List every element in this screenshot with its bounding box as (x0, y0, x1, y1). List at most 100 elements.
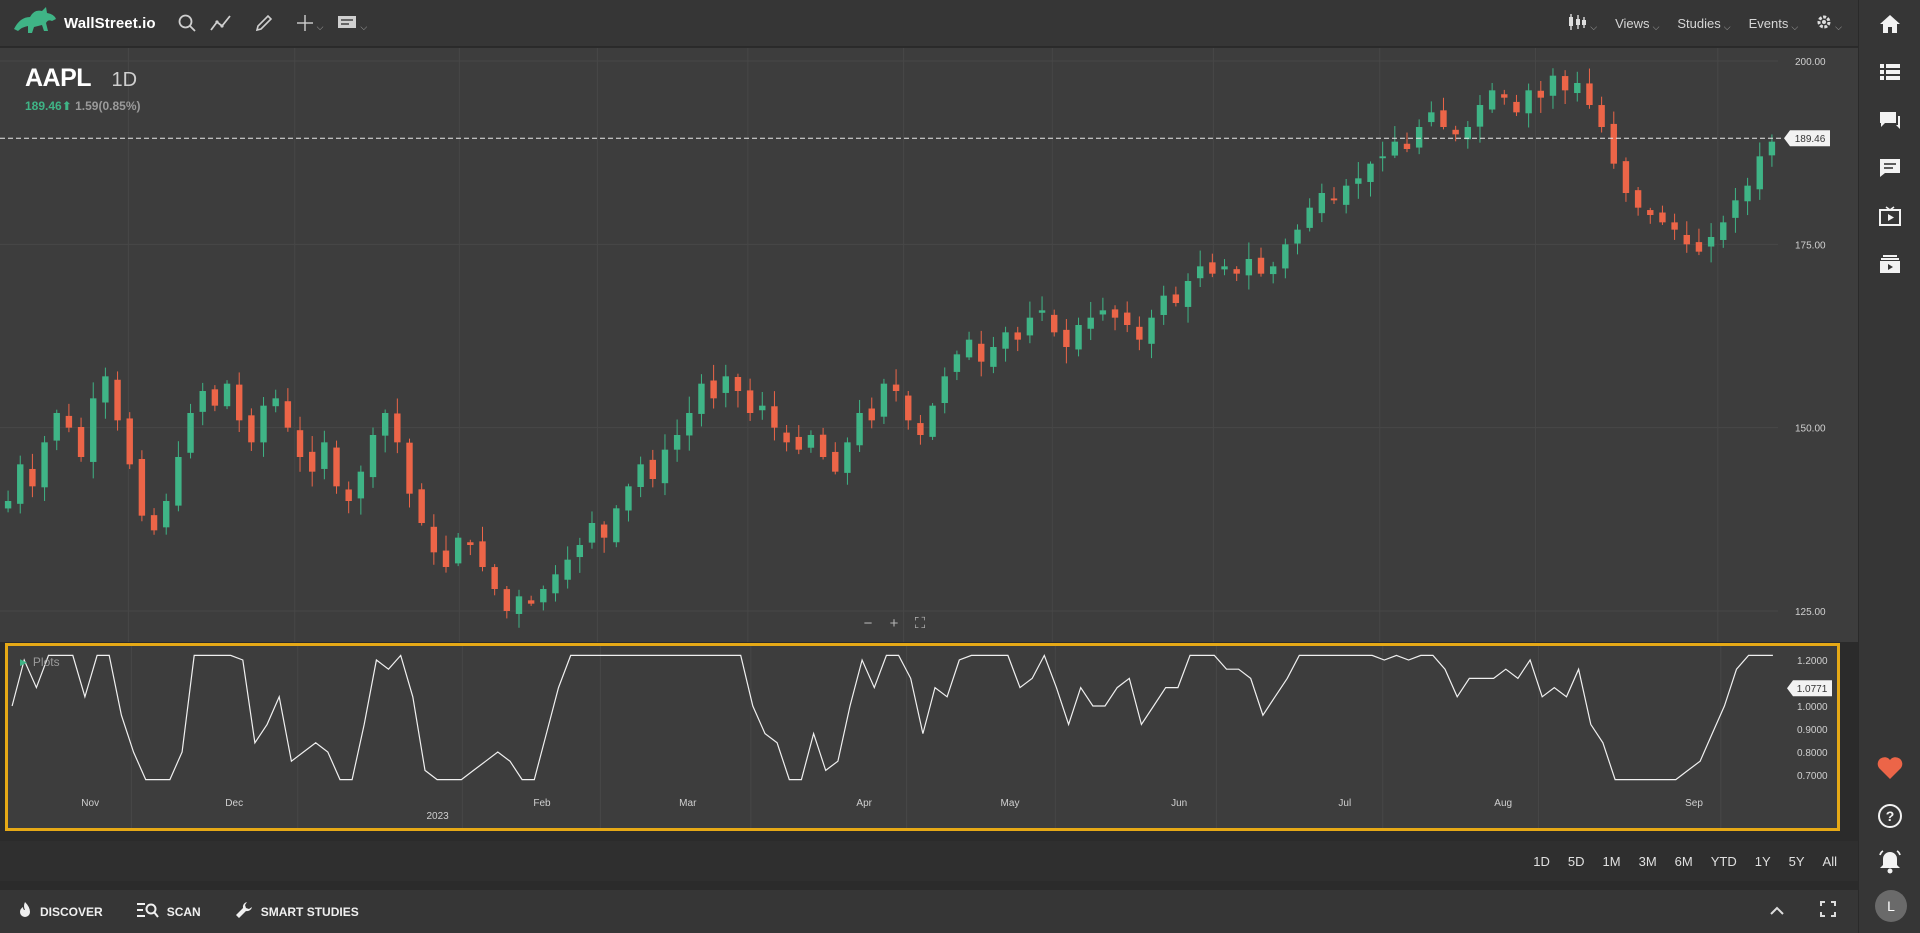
pencil-icon[interactable] (254, 8, 274, 38)
interval-label[interactable]: 1D (112, 69, 138, 91)
candle-body (479, 541, 486, 567)
app-name: WallStreet.io (64, 14, 156, 32)
study-y-tick-label: 0.7000 (1797, 771, 1828, 782)
candle-body (77, 427, 85, 457)
chat-icon[interactable] (1877, 107, 1903, 133)
candle-body (929, 405, 936, 437)
candle-body (1391, 141, 1399, 156)
candle-body (1622, 161, 1630, 193)
candle-body (138, 458, 146, 516)
plots-label: Plots (32, 655, 60, 669)
candle-body (1549, 75, 1557, 96)
crosshair-icon[interactable]: ⌵ (296, 8, 323, 38)
message-icon[interactable] (1877, 155, 1903, 181)
candlestick-icon (1567, 13, 1587, 34)
study-panel[interactable]: 1.2000 1.0000 0.9000 0.8000 0.7000 1.0771 Nov D… (5, 643, 1840, 831)
tv-icon[interactable] (1877, 203, 1903, 229)
fullscreen-icon[interactable]: ⛶ (912, 615, 928, 632)
heart-icon[interactable] (1877, 755, 1903, 781)
x-axis-label: Sep (1685, 798, 1703, 809)
candle-body (576, 545, 584, 558)
x-axis-label: Apr (856, 798, 872, 809)
candle-body (418, 489, 425, 523)
user-avatar[interactable]: L (1875, 890, 1907, 922)
price-chart-canvas[interactable]: 125.00 150.00 175.00 200.00 189.46 (0, 48, 1858, 642)
trendline-icon[interactable] (209, 8, 232, 38)
range-button[interactable]: 1D (1524, 854, 1559, 869)
candle-body (965, 339, 973, 358)
bottom-bar: DISCOVER SCAN SMART STUDIES (0, 890, 1858, 933)
views-menu[interactable]: Views ⌵ (1615, 14, 1659, 33)
candle-body (1683, 234, 1690, 245)
range-button[interactable]: 6M (1666, 854, 1702, 869)
chart-type-button[interactable]: ⌵ (1567, 13, 1597, 34)
chevron-down-icon: ⌵ (1835, 22, 1842, 32)
logo[interactable]: WallStreet.io (12, 5, 156, 42)
expand-icon[interactable] (1820, 901, 1836, 922)
candle-body (65, 415, 73, 428)
candle-body (236, 384, 243, 421)
candle-body (1282, 244, 1289, 269)
candle-body (917, 423, 924, 435)
zoom-out-button[interactable]: − (860, 615, 876, 632)
candle-body (102, 376, 109, 403)
events-menu[interactable]: Events ⌵ (1749, 14, 1799, 33)
comment-icon[interactable]: ⌵ (337, 8, 367, 38)
price-chart[interactable]: 125.00 150.00 175.00 200.00 189.46 AAPL 1D 1… (0, 48, 1858, 642)
chevron-up-icon[interactable] (1770, 903, 1784, 921)
search-icon[interactable] (178, 8, 196, 38)
gear-icon (1816, 14, 1832, 33)
right-sidebar: ? L (1858, 0, 1920, 933)
candle-body (1598, 105, 1605, 127)
range-button[interactable]: 3M (1630, 854, 1666, 869)
plots-toggle[interactable]: ▶ Plots (20, 655, 60, 669)
range-button[interactable]: 5D (1559, 854, 1594, 869)
candle-body (1403, 143, 1411, 149)
candle-body (1379, 156, 1386, 159)
range-button[interactable]: YTD (1702, 854, 1746, 869)
candle-body (880, 383, 888, 417)
candle-body (1038, 310, 1046, 313)
candle-body (746, 390, 754, 413)
watchlist-icon[interactable] (1877, 59, 1903, 85)
candle-body (1525, 90, 1532, 114)
range-button[interactable]: 1Y (1746, 854, 1780, 869)
study-y-tick-label: 0.9000 (1797, 725, 1828, 736)
candle-body (491, 567, 498, 589)
candle-body (1768, 141, 1776, 156)
studies-menu[interactable]: Studies ⌵ (1677, 14, 1730, 33)
candle-body (552, 574, 559, 594)
range-button[interactable]: 5Y (1780, 854, 1814, 869)
candle-body (163, 501, 170, 528)
candle-body (771, 406, 778, 428)
candle-body (1513, 101, 1520, 113)
alerts-icon[interactable] (1877, 849, 1903, 875)
candle-body (905, 395, 912, 421)
home-icon[interactable] (1877, 11, 1903, 37)
candle-body (260, 405, 267, 443)
candle-body (175, 457, 182, 506)
discover-button[interactable]: DISCOVER (18, 901, 103, 922)
candle-body (819, 434, 827, 457)
zoom-in-button[interactable]: + (886, 615, 902, 632)
video-library-icon[interactable] (1877, 251, 1903, 277)
candle-body (381, 413, 389, 436)
candle-body (1452, 129, 1459, 135)
study-chart-canvas[interactable]: 1.2000 1.0000 0.9000 0.8000 0.7000 1.0771 Nov D… (8, 646, 1837, 828)
chevron-down-icon: ⌵ (1590, 22, 1598, 32)
candle-body (357, 471, 365, 499)
candle-body (333, 447, 340, 487)
candle-body (722, 376, 729, 393)
scan-icon (136, 902, 159, 921)
scan-button[interactable]: SCAN (136, 902, 201, 921)
candle-body (223, 383, 231, 407)
range-button[interactable]: All (1814, 854, 1846, 869)
range-button[interactable]: 1M (1594, 854, 1630, 869)
candle-body (345, 489, 352, 501)
settings-menu[interactable]: ⌵ (1816, 14, 1842, 33)
candle-body (321, 442, 328, 469)
help-icon[interactable]: ? (1877, 803, 1903, 829)
symbol-ticker[interactable]: AAPL (25, 64, 92, 92)
candle-body (467, 542, 474, 545)
smart-studies-button[interactable]: SMART STUDIES (235, 901, 359, 922)
